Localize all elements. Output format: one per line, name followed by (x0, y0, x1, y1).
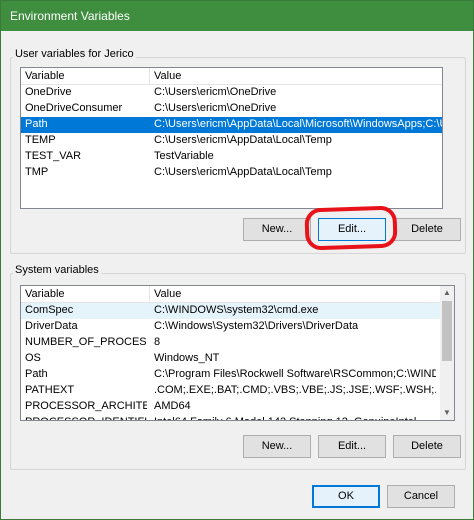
table-row[interactable]: PATHEXT .COM;.EXE;.BAT;.CMD;.VBS;.VBE;.JS… (21, 383, 454, 399)
value-cell: C:\Program Files\Rockwell Software\RSCom… (154, 368, 436, 380)
variable-cell: TEMP (25, 134, 56, 146)
value-cell: C:\Windows\System32\Drivers\DriverData (154, 320, 359, 332)
table-row[interactable]: TEST_VAR TestVariable (21, 149, 442, 165)
variable-cell: NUMBER_OF_PROCESSORS (25, 336, 147, 348)
user-variables-rows: OneDrive C:\Users\ericm\OneDrive OneDriveC… (21, 85, 442, 181)
value-cell: TestVariable (154, 150, 214, 162)
user-edit-button[interactable]: Edit... (318, 218, 386, 241)
value-cell: Intel64 Family 6 Model 142 Stepping 12, … (154, 416, 436, 420)
value-cell: C:\WINDOWS\system32\cmd.exe (154, 304, 319, 316)
variable-cell: PATHEXT (25, 384, 75, 396)
user-variables-header: Variable Value (21, 68, 442, 85)
table-row[interactable]: ComSpec C:\WINDOWS\system32\cmd.exe (21, 303, 454, 319)
environment-variables-dialog: Environment Variables User variables for… (0, 0, 474, 520)
header-value[interactable]: Value (154, 70, 181, 82)
system-edit-button[interactable]: Edit... (318, 435, 386, 458)
header-value[interactable]: Value (154, 288, 181, 300)
value-cell: .COM;.EXE;.BAT;.CMD;.VBS;.VBE;.JS;.JSE;.… (154, 384, 436, 396)
table-row[interactable]: OS Windows_NT (21, 351, 454, 367)
variable-cell: PROCESSOR_IDENTIFIER (25, 416, 147, 420)
cancel-button[interactable]: Cancel (387, 485, 455, 508)
variable-cell: OS (25, 352, 41, 364)
table-row[interactable]: NUMBER_OF_PROCESSORS 8 (21, 335, 454, 351)
scroll-thumb[interactable] (442, 301, 452, 361)
header-divider[interactable] (149, 286, 150, 303)
table-row[interactable]: OneDriveConsumer C:\Users\ericm\OneDrive (21, 101, 442, 117)
value-cell: Windows_NT (154, 352, 220, 364)
user-variables-list[interactable]: Variable Value OneDrive C:\Users\ericm\On… (20, 67, 443, 209)
variable-cell: ComSpec (25, 304, 74, 316)
value-cell: C:\Users\ericm\AppData\Local\Temp (154, 134, 332, 146)
value-cell: AMD64 (154, 400, 191, 412)
table-row[interactable]: Path C:\Program Files\Rockwell Software\R… (21, 367, 454, 383)
user-new-button[interactable]: New... (243, 218, 311, 241)
variable-cell: PROCESSOR_ARCHITECTURE (25, 400, 147, 412)
header-variable[interactable]: Variable (25, 288, 65, 300)
value-cell: C:\Users\ericm\OneDrive (154, 86, 277, 98)
value-cell: C:\Users\ericm\AppData\Local\Microsoft\W… (154, 118, 442, 130)
variable-cell: TMP (25, 166, 49, 178)
ok-button[interactable]: OK (312, 485, 380, 508)
system-variables-label: System variables (13, 264, 101, 276)
table-row[interactable]: PROCESSOR_IDENTIFIER Intel64 Family 6 Mod… (21, 415, 454, 420)
system-variables-rows: ComSpec C:\WINDOWS\system32\cmd.exe Driver… (21, 303, 454, 420)
system-list-scrollbar[interactable]: ▲ ▼ (440, 286, 454, 420)
table-row[interactable]: Path C:\Users\ericm\AppData\Local\Microso… (21, 117, 442, 133)
title-bar[interactable]: Environment Variables (1, 1, 473, 31)
header-variable[interactable]: Variable (25, 70, 65, 82)
chevron-down-icon[interactable]: ▼ (440, 406, 454, 420)
value-cell: C:\Users\ericm\OneDrive (154, 102, 277, 114)
value-cell: C:\Users\ericm\AppData\Local\Temp (154, 166, 332, 178)
variable-cell: OneDrive (25, 86, 72, 98)
user-delete-button[interactable]: Delete (393, 218, 461, 241)
table-row[interactable]: TEMP C:\Users\ericm\AppData\Local\Temp (21, 133, 442, 149)
value-cell: 8 (154, 336, 161, 348)
variable-cell: Path (25, 368, 48, 380)
window-title: Environment Variables (10, 9, 130, 23)
variable-cell: DriverData (25, 320, 78, 332)
table-row[interactable]: DriverData C:\Windows\System32\Drivers\Dr… (21, 319, 454, 335)
table-row[interactable]: TMP C:\Users\ericm\AppData\Local\Temp (21, 165, 442, 181)
variable-cell: Path (25, 118, 48, 130)
table-row[interactable]: OneDrive C:\Users\ericm\OneDrive (21, 85, 442, 101)
table-row[interactable]: PROCESSOR_ARCHITECTURE AMD64 (21, 399, 454, 415)
variable-cell: TEST_VAR (25, 150, 82, 162)
system-delete-button[interactable]: Delete (393, 435, 461, 458)
chevron-up-icon[interactable]: ▲ (440, 286, 454, 300)
variable-cell: OneDriveConsumer (25, 102, 123, 114)
system-new-button[interactable]: New... (243, 435, 311, 458)
system-variables-list[interactable]: Variable Value ComSpec C:\WINDOWS\system3… (20, 285, 455, 421)
header-divider[interactable] (149, 68, 150, 85)
user-variables-label: User variables for Jerico (13, 48, 136, 60)
system-variables-header: Variable Value (21, 286, 454, 303)
